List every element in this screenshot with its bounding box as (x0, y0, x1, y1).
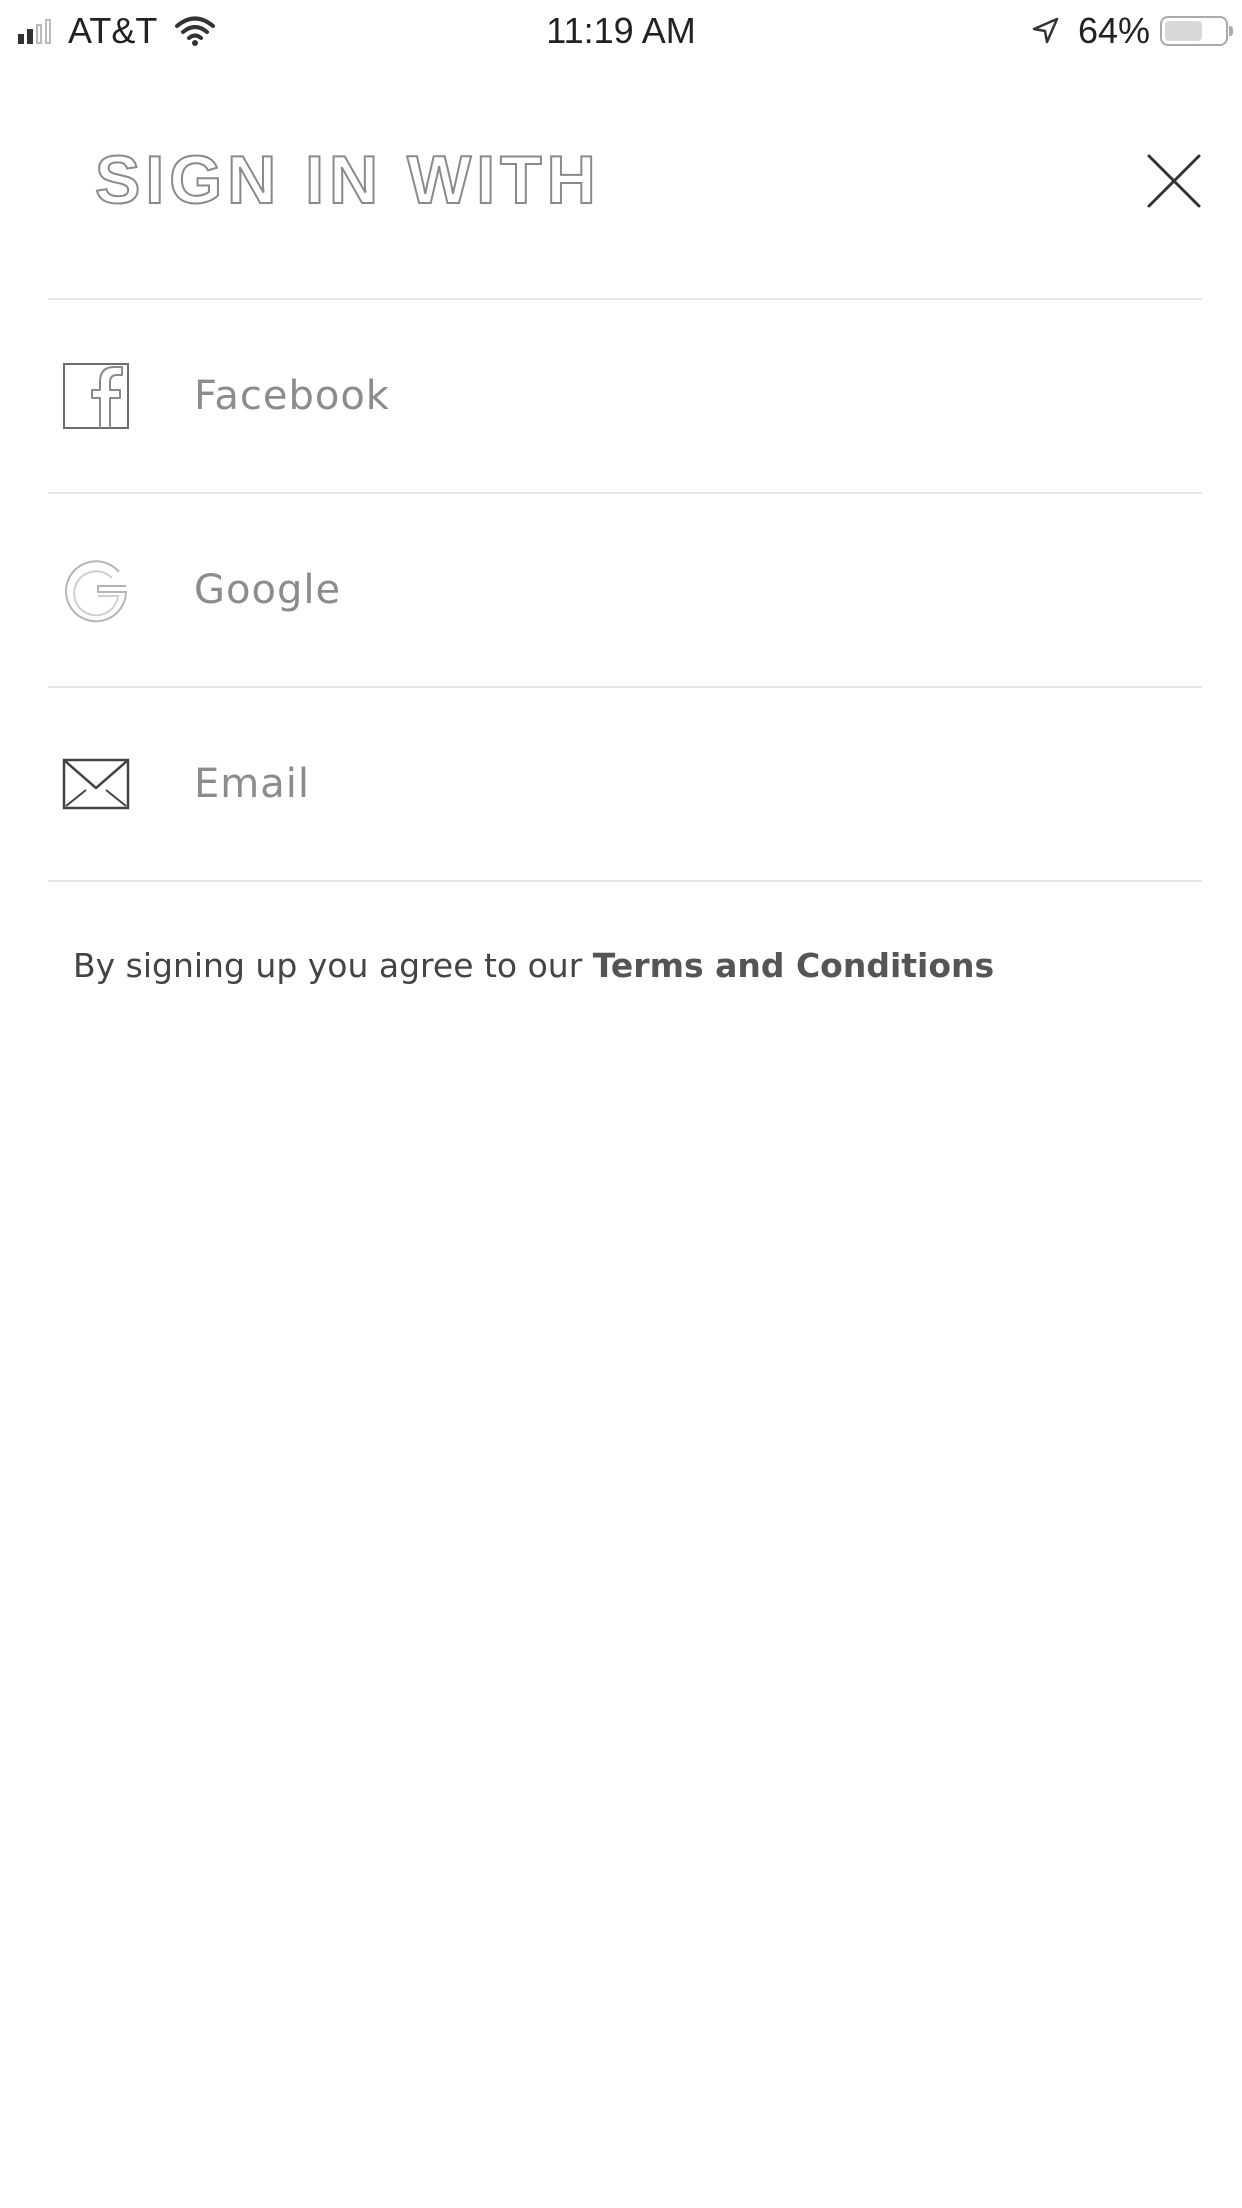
sign-in-options: Facebook Google Email (48, 298, 1202, 882)
envelope-icon (62, 750, 130, 818)
google-icon (62, 556, 130, 624)
email-label: Email (194, 761, 310, 807)
facebook-label: Facebook (194, 373, 390, 419)
status-bar: AT&T 11:19 AM 64% (0, 0, 1242, 62)
terms-prefix-text: By signing up you agree to our (73, 946, 593, 985)
battery-icon (1160, 16, 1233, 46)
facebook-icon (62, 362, 130, 430)
status-bar-right: 64% (1030, 10, 1233, 52)
email-sign-in-button[interactable]: Email (48, 688, 1202, 882)
terms-and-conditions-link[interactable]: Terms and Conditions (593, 946, 994, 985)
facebook-sign-in-button[interactable]: Facebook (48, 300, 1202, 494)
location-arrow-icon (1032, 17, 1059, 44)
battery-level (1165, 21, 1203, 41)
google-label: Google (194, 567, 342, 613)
close-button[interactable] (1145, 152, 1203, 210)
page-title: SIGN IN WITH (94, 141, 601, 219)
google-sign-in-button[interactable]: Google (48, 494, 1202, 688)
close-icon (1147, 154, 1201, 208)
terms-notice: By signing up you agree to our Terms and… (73, 946, 994, 985)
battery-percentage: 64% (1077, 10, 1150, 51)
